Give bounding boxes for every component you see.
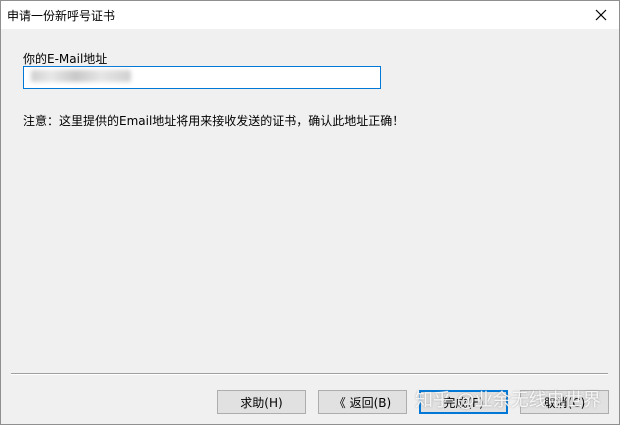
note-text: 注意：这里提供的Email地址将用来接收发送的证书，确认此地址正确！ [23,114,405,128]
back-button[interactable]: 《 返回(B) [318,390,407,414]
cancel-button[interactable]: 取消(C) [520,390,609,414]
redacted-email-blur [31,70,131,82]
email-label: 你的E-Mail地址 [23,52,108,66]
help-button[interactable]: 求助(H) [217,390,306,414]
divider [11,373,608,375]
close-button[interactable] [589,3,613,27]
window-title: 申请一份新呼号证书 [7,9,116,23]
dialog-window: 申请一份新呼号证书 你的E-Mail地址 注意：这里提供的Email地址将用来接… [0,0,620,425]
title-bar: 申请一份新呼号证书 [1,1,619,29]
close-icon [595,9,607,21]
finish-button[interactable]: 完成(F) [419,390,508,414]
